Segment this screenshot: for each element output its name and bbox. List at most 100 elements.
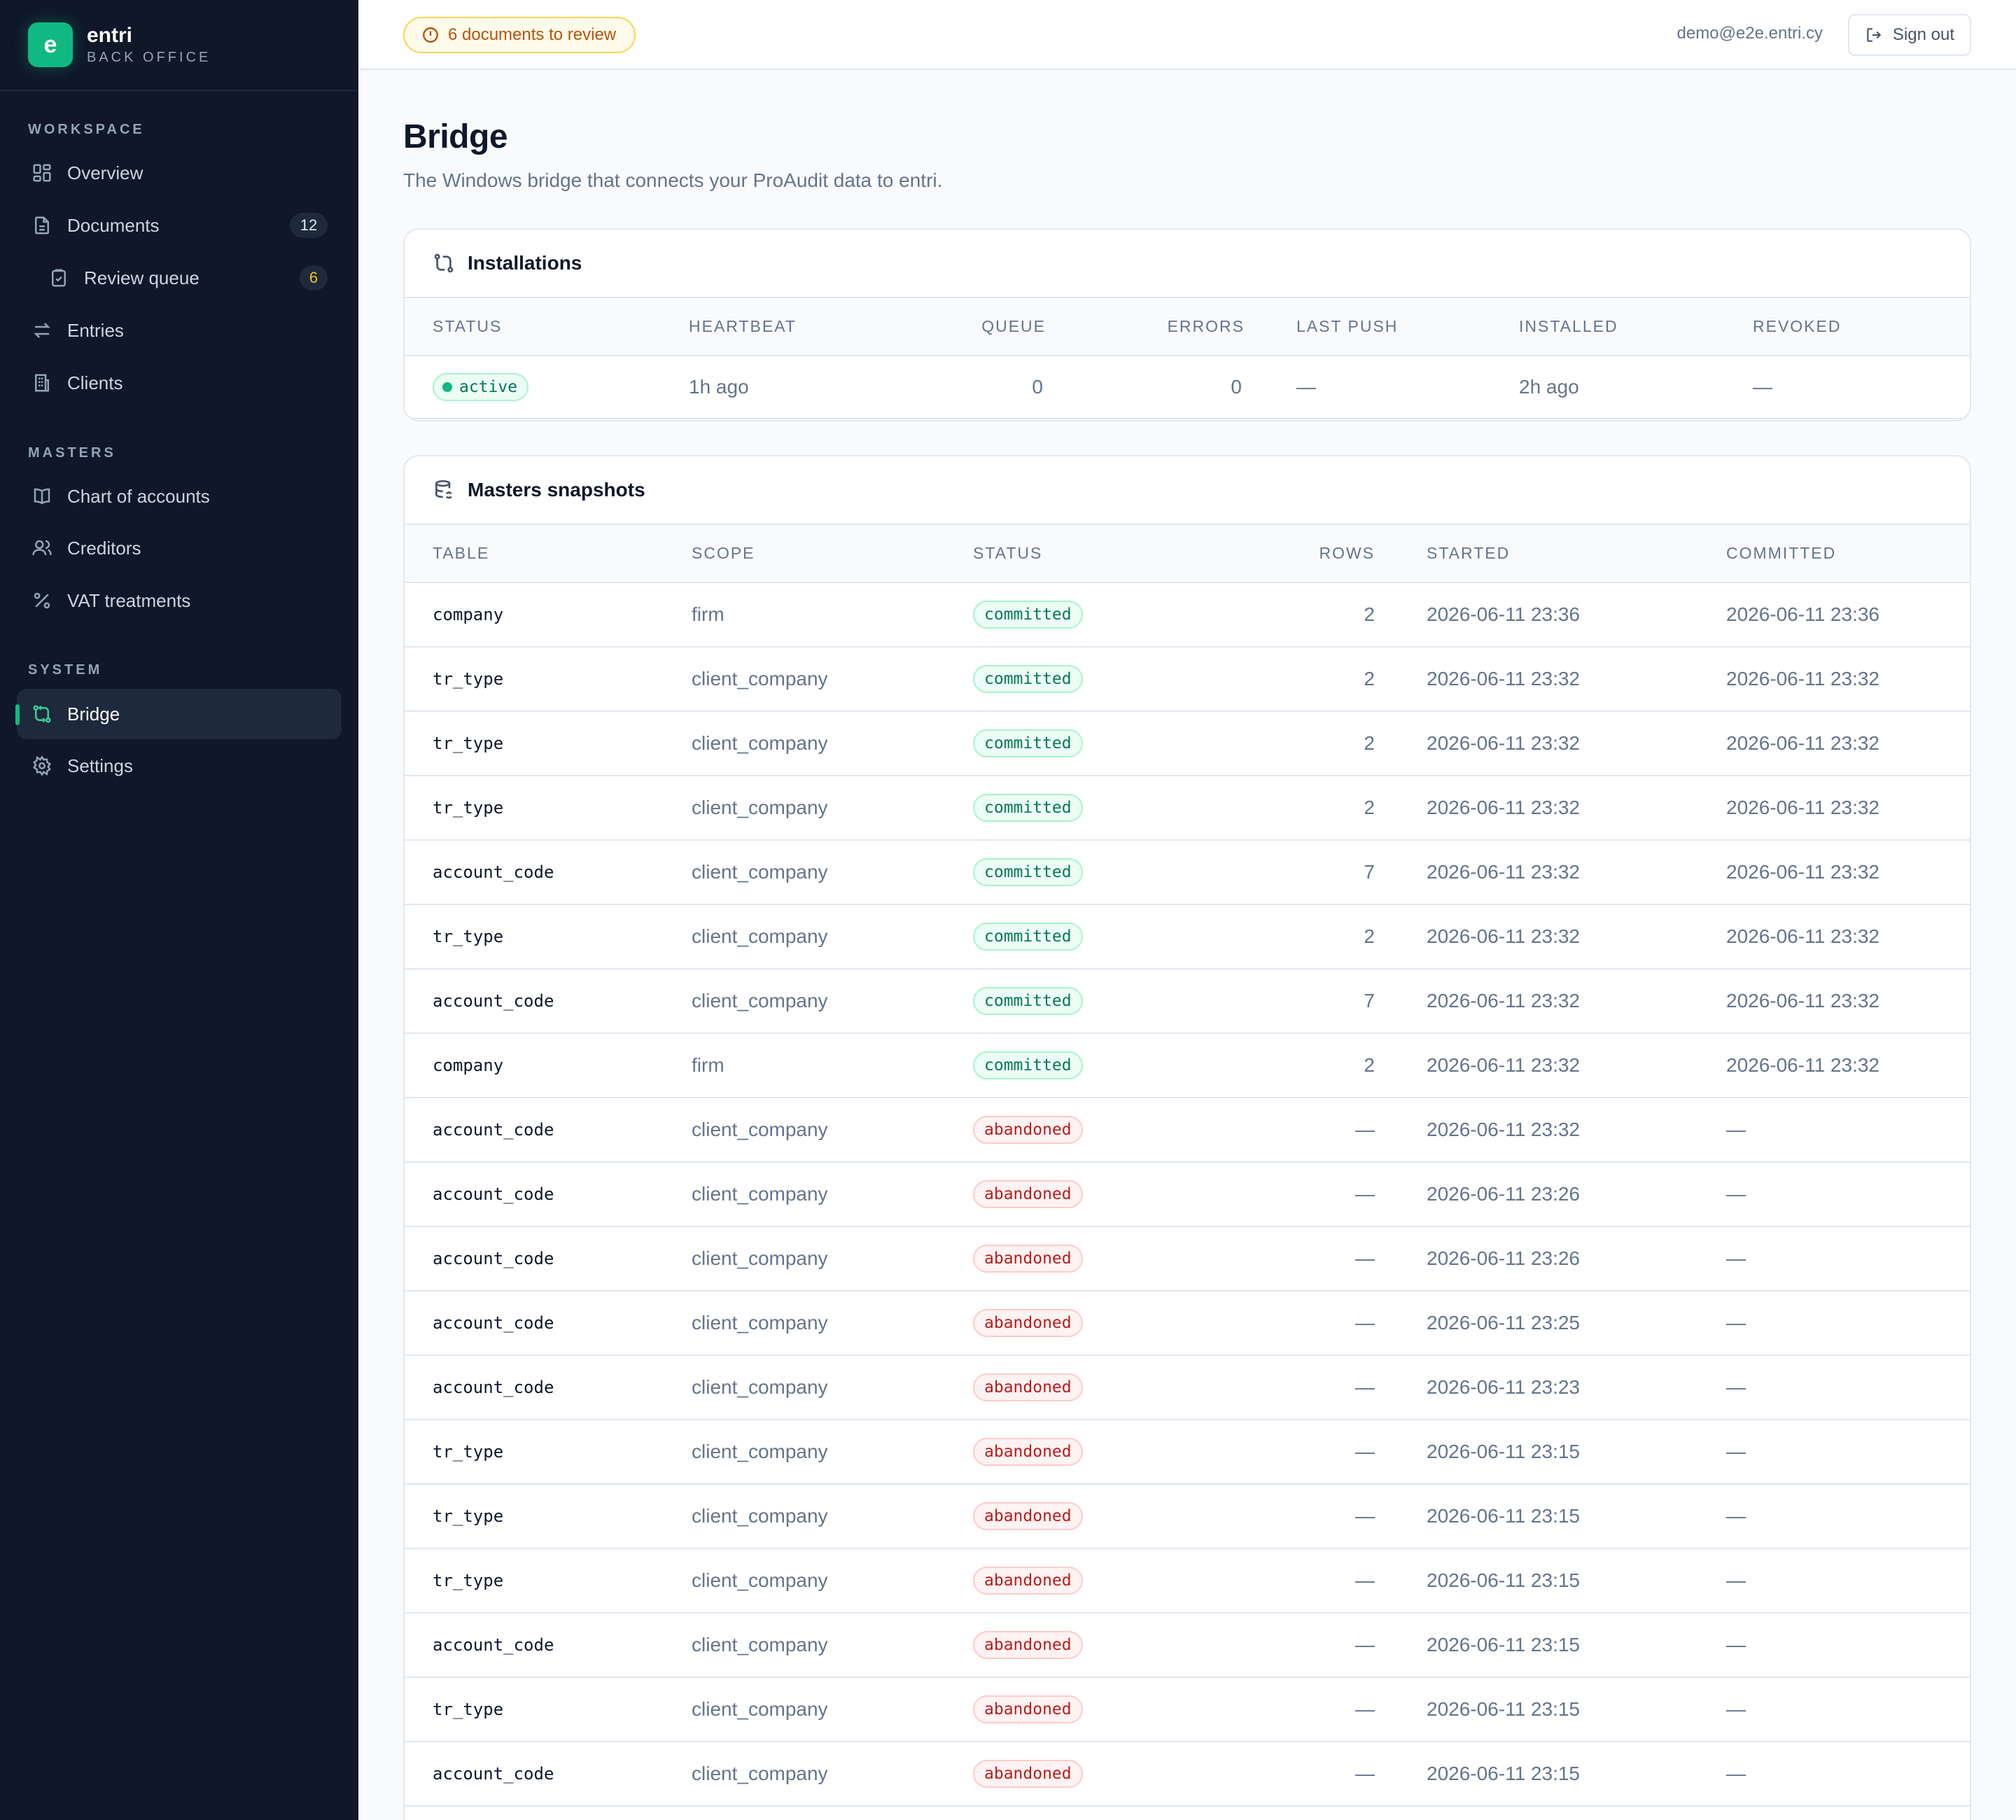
status-text: active <box>459 378 518 396</box>
table-cell: tr_type <box>405 711 664 776</box>
installed-cell: 2h ago <box>1491 356 1725 419</box>
table-row[interactable]: account_code client_company abandoned —2026… <box>405 1162 1970 1227</box>
table-row[interactable]: active 1h ago 0 0 — 2h ago — <box>405 356 1970 419</box>
status-cell: abandoned <box>945 1420 1172 1485</box>
scope-cell: client_company <box>664 711 945 776</box>
committed-cell: 2026-06-11 23:32 <box>1698 711 1970 776</box>
sidebar-item-label: Overview <box>67 162 144 183</box>
column-header: HEARTBEAT <box>661 298 941 356</box>
sidebar-item-review-queue[interactable]: Review queue 6 <box>17 253 342 303</box>
column-header: QUEUE <box>941 298 1053 356</box>
status-cell: abandoned <box>945 1098 1172 1163</box>
database-sync-icon <box>435 480 452 499</box>
rows-cell: — <box>1172 1484 1382 1549</box>
table-row[interactable]: account_code client_company abandoned —2026… <box>405 1226 1970 1292</box>
status-badge: abandoned <box>973 1695 1083 1723</box>
users-icon <box>31 537 53 559</box>
status-cell: abandoned <box>945 1291 1172 1356</box>
table-row[interactable]: tr_type client_company abandoned —2026-06-1… <box>405 1548 1970 1614</box>
started-cell: 2026-06-11 23:32 <box>1382 840 1698 905</box>
started-cell: 2026-06-11 23:26 <box>1382 1162 1698 1227</box>
sidebar-item-chart-of-accounts[interactable]: Chart of accounts <box>17 471 342 522</box>
sidebar-item-documents[interactable]: Documents 12 <box>17 200 342 251</box>
errors-cell: 0 <box>1053 356 1252 419</box>
started-cell: 2026-06-11 23:32 <box>1382 1098 1698 1163</box>
sidebar-item-clients[interactable]: Clients <box>17 358 342 408</box>
column-header: LAST PUSH <box>1252 298 1491 356</box>
review-queue-count-badge: 6 <box>300 265 328 290</box>
scope-cell: client_company <box>664 1355 945 1420</box>
committed-cell: 2026-06-11 23:32 <box>1698 1033 1970 1098</box>
rows-cell: 2 <box>1172 647 1382 712</box>
committed-cell: 2026-06-11 23:36 <box>1698 582 1970 648</box>
sign-out-button[interactable]: Sign out <box>1847 14 1971 56</box>
installations-table: STATUS HEARTBEAT QUEUE ERRORS LAST PUSH … <box>405 298 1970 419</box>
scope-cell: client_company <box>664 1420 945 1485</box>
table-cell: company <box>405 1033 664 1098</box>
last-push-cell: — <box>1252 356 1491 419</box>
sidebar-item-bridge[interactable]: Bridge <box>17 689 342 739</box>
brand-name: entri <box>87 24 133 47</box>
arrows-swap-icon <box>31 319 53 342</box>
started-cell: 2026-06-11 23:15 <box>1382 1484 1698 1549</box>
table-cell: tr_type <box>405 1484 664 1549</box>
committed-cell: — <box>1698 1355 1970 1420</box>
table-row[interactable]: account_code client_company committed 7 2026… <box>405 969 1970 1034</box>
committed-cell: — <box>1698 1677 1970 1742</box>
scope-cell: client_company <box>664 1548 945 1614</box>
rows-cell: — <box>1172 1677 1382 1742</box>
brand[interactable]: e entri BACK OFFICE <box>0 0 358 91</box>
rows-cell: — <box>1172 1548 1382 1614</box>
status-cell: abandoned <box>945 1226 1172 1292</box>
table-row[interactable]: tr_type client_company abandoned —2026-06-1… <box>405 1484 1970 1549</box>
status-cell: abandoned <box>945 1613 1172 1678</box>
table-cell: account_code <box>405 1162 664 1227</box>
scope-cell: client_company <box>664 1742 945 1807</box>
table-row[interactable]: company firm committed 2 2026-06-11 23:36 202… <box>405 582 1970 648</box>
table-row[interactable]: account_code client_company committed 7 2026… <box>405 840 1970 905</box>
table-row[interactable]: account_code client_company abandoned —2026… <box>405 1291 1970 1356</box>
sidebar-item-overview[interactable]: Overview <box>17 148 342 198</box>
scope-cell: client_company <box>664 1291 945 1356</box>
started-cell: 2026-06-11 23:25 <box>1382 1291 1698 1356</box>
status-badge: committed <box>973 923 1083 951</box>
scope-cell: client_company <box>664 1098 945 1163</box>
started-cell: 2026-06-11 23:32 <box>1382 904 1698 969</box>
sidebar-item-entries[interactable]: Entries <box>17 305 342 356</box>
table-row[interactable]: tr_type client_company committed 2 2026-06-1… <box>405 647 1970 712</box>
sidebar-item-creditors[interactable]: Creditors <box>17 523 342 573</box>
gear-icon <box>31 755 53 777</box>
sidebar-item-vat-treatments[interactable]: VAT treatments <box>17 575 342 626</box>
table-row[interactable]: tr_type client_company committed 2 2026-06-1… <box>405 711 1970 776</box>
table-cell: account_code <box>405 840 664 905</box>
table-row[interactable]: account_code client_company abandoned —2026… <box>405 1098 1970 1163</box>
sidebar-item-settings[interactable]: Settings <box>17 741 342 791</box>
table-row[interactable]: account_code client_company abandoned —2026… <box>405 1613 1970 1678</box>
document-icon <box>31 214 53 237</box>
sidebar-item-label: Review queue <box>84 267 200 288</box>
table-row[interactable]: tr_type client_company committed 2 2026-06-1… <box>405 904 1970 969</box>
sidebar-item-label: Entries <box>67 319 124 341</box>
table-row[interactable]: tr_type client_company abandoned —2026-06-1… <box>405 1420 1970 1485</box>
rows-cell: 2 <box>1172 711 1382 776</box>
review-alert-pill[interactable]: 6 documents to review <box>403 17 636 53</box>
table-row[interactable]: account_code client_company abandoned —2026… <box>405 1355 1970 1420</box>
table-row[interactable]: company firm committed 2 2026-06-11 23:32 202… <box>405 1033 1970 1098</box>
masters-snapshots-card: Masters snapshots TABLE SCOPE STATUS ROW… <box>403 455 1971 1820</box>
table-row[interactable]: tr_type client_company committed 2 2026-06-1… <box>405 776 1970 841</box>
status-badge: committed <box>973 665 1083 693</box>
status-cell: committed <box>945 711 1172 776</box>
column-header: REVOKED <box>1725 298 1970 356</box>
committed-cell: — <box>1698 1420 1970 1485</box>
status-cell: committed <box>945 1033 1172 1098</box>
rows-cell: — <box>1172 1226 1382 1292</box>
active-indicator <box>15 704 20 725</box>
scope-cell: client_company <box>664 904 945 969</box>
table-row[interactable]: tr_type client_company abandoned —2026-06-1… <box>405 1677 1970 1742</box>
table-row[interactable]: account_code client_company abandoned —2026… <box>405 1742 1970 1807</box>
status-badge: committed <box>973 987 1083 1015</box>
column-header: ROWS <box>1172 525 1382 583</box>
table-cell: tr_type <box>405 1548 664 1614</box>
committed-cell: — <box>1698 1548 1970 1614</box>
alert-circle-icon <box>423 27 438 43</box>
